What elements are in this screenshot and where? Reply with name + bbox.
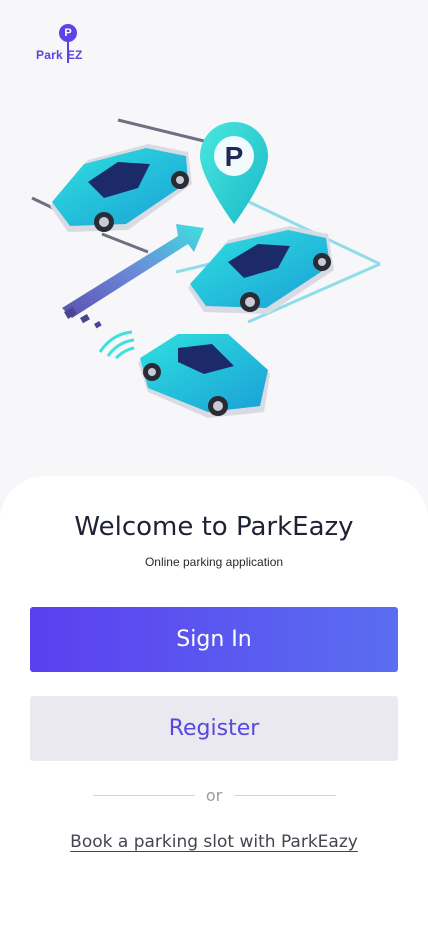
signal-waves-icon	[98, 330, 135, 360]
divider-right	[234, 795, 336, 796]
direction-arrow-icon	[62, 224, 204, 329]
logo-pin-icon: P	[59, 24, 77, 42]
car-bottom	[138, 334, 270, 418]
car-middle-right	[188, 226, 334, 314]
sign-in-button[interactable]: Sign In	[30, 607, 398, 672]
car-top-left	[50, 144, 192, 232]
logo-text-park: Park	[36, 48, 63, 62]
hero-area: P Park EZ P	[0, 0, 428, 500]
parking-illustration: P	[31, 118, 381, 418]
logo-text: Park EZ	[36, 48, 96, 62]
parking-pin-icon: P	[200, 122, 268, 224]
book-slot-link[interactable]: Book a parking slot with ParkEazy	[0, 830, 428, 854]
register-button[interactable]: Register	[30, 696, 398, 761]
divider-left	[93, 795, 195, 796]
welcome-subtitle: Online parking application	[144, 555, 284, 569]
or-separator: or	[205, 786, 223, 805]
svg-text:P: P	[225, 141, 244, 172]
welcome-title: Welcome to ParkEazy	[74, 512, 354, 542]
app-logo: P Park EZ	[36, 24, 96, 68]
logo-text-ez: EZ	[66, 48, 83, 62]
